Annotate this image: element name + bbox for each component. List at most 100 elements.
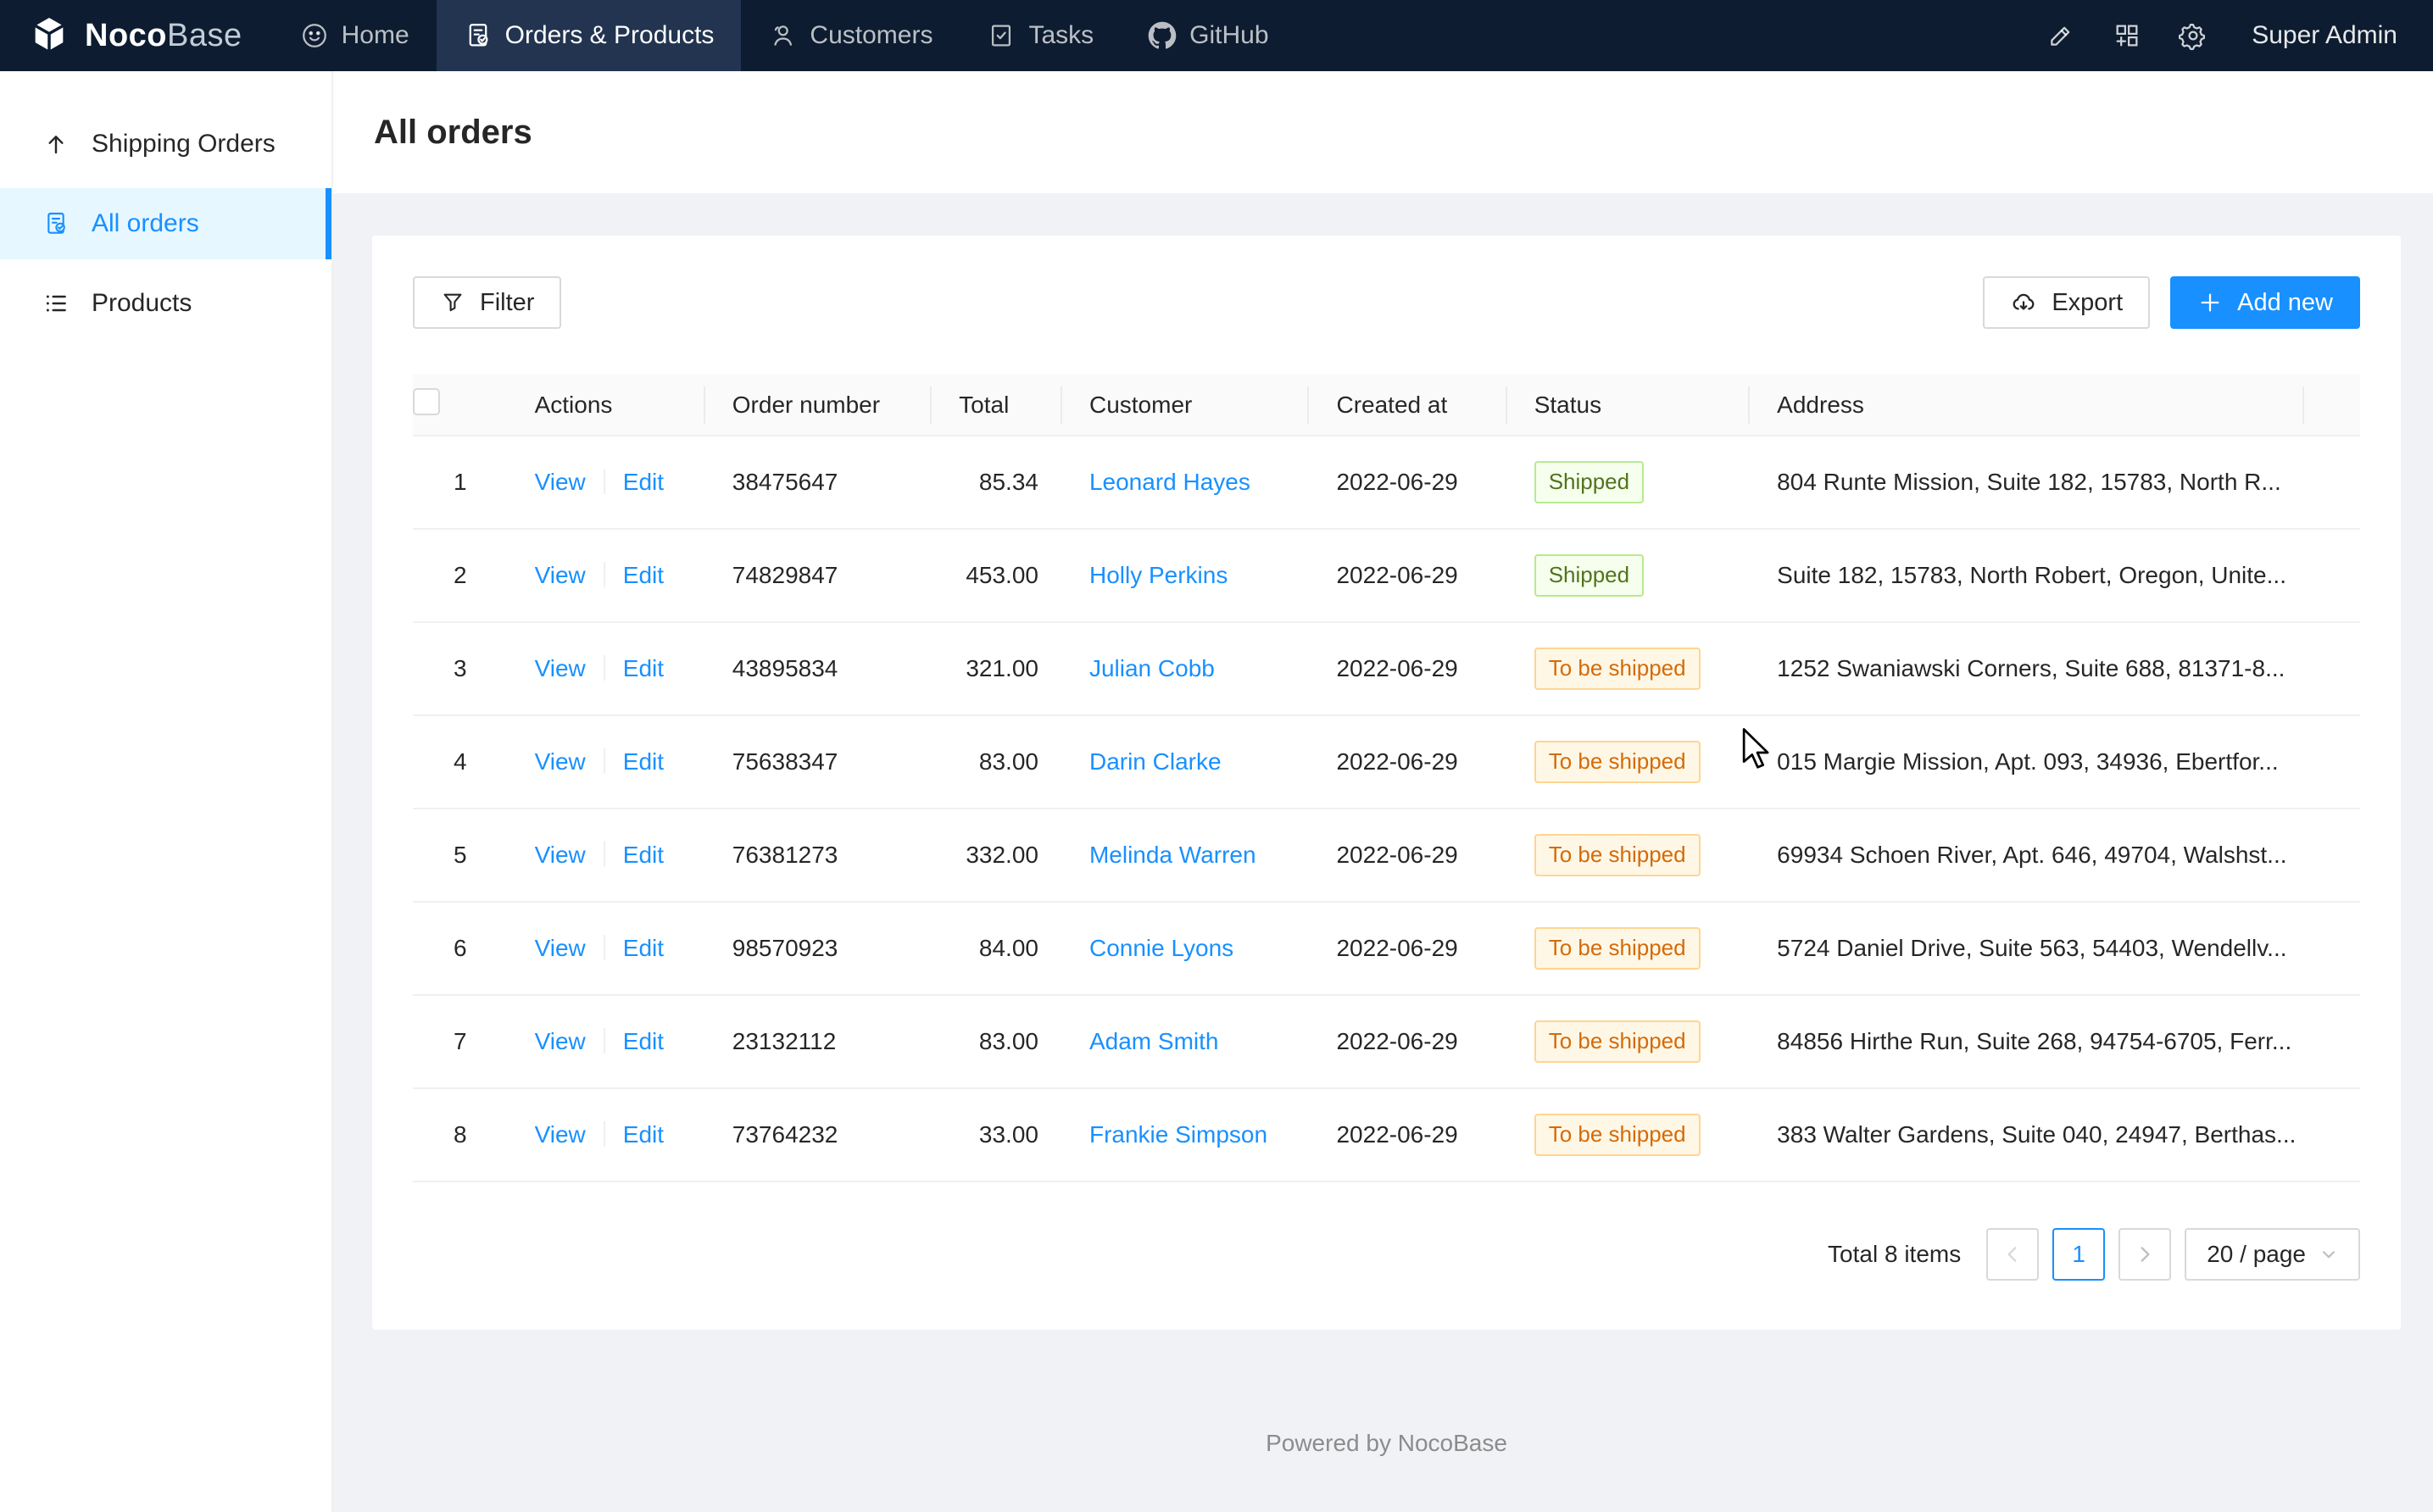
actions-cell: View Edit — [508, 809, 705, 902]
nav-item-home[interactable]: Home — [273, 0, 437, 71]
nav-item-github[interactable]: GitHub — [1121, 0, 1295, 71]
user-menu[interactable]: Super Admin — [2226, 0, 2433, 71]
sidebar-item-label: Shipping Orders — [92, 130, 276, 158]
sidebar: Shipping Orders All orders Products — [0, 71, 333, 1512]
customer-link[interactable]: Melinda Warren — [1089, 842, 1256, 868]
column-header-customer: Customer — [1062, 375, 1310, 436]
table-row: 6 ViewEdit 98570923 84.00 Connie Lyons 2… — [413, 902, 2360, 995]
table-row: 5 ViewEdit 76381273 332.00 Melinda Warre… — [413, 809, 2360, 902]
nocobase-logo[interactable]: NocoBase — [0, 0, 273, 71]
table-row: 7 ViewEdit 23132112 83.00 Adam Smith 202… — [413, 995, 2360, 1088]
total-cell: 83.00 — [932, 715, 1062, 809]
footer: Powered by NocoBase — [372, 1430, 2401, 1479]
filter-button-label: Filter — [480, 289, 534, 317]
created-at-cell: 2022-06-29 — [1309, 622, 1506, 715]
view-link[interactable]: View — [535, 842, 586, 868]
customer-link[interactable]: Julian Cobb — [1089, 655, 1215, 681]
address-cell: Suite 182, 15783, North Robert, Oregon, … — [1750, 529, 2303, 622]
customer-link[interactable]: Connie Lyons — [1089, 935, 1233, 961]
divider — [604, 842, 605, 867]
divider — [604, 935, 605, 960]
order-number-cell: 23132112 — [705, 995, 932, 1088]
actions-cell: View Edit — [508, 436, 705, 529]
add-new-button[interactable]: Add new — [2170, 276, 2360, 329]
nav-item-tasks[interactable]: Tasks — [960, 0, 1121, 71]
pagination-next-button[interactable] — [2118, 1228, 2171, 1281]
created-at-cell: 2022-06-29 — [1309, 902, 1506, 995]
status-cell: To be shipped — [1507, 1088, 1750, 1181]
customer-link[interactable]: Holly Perkins — [1089, 562, 1228, 588]
edit-link[interactable]: Edit — [623, 1028, 664, 1054]
table-row: 3 View Edit 43895834 321.00 Julian Cobb 2… — [413, 622, 2360, 715]
address-cell: 1252 Swaniawski Corners, Suite 688, 8137… — [1750, 622, 2303, 715]
view-link[interactable]: View — [535, 935, 586, 961]
view-link[interactable]: View — [535, 469, 586, 495]
column-header-order-number: Order number — [705, 375, 932, 436]
divider — [604, 655, 605, 681]
nav-item-label: Customers — [810, 21, 933, 50]
actions-cell: View Edit — [508, 995, 705, 1088]
view-link[interactable]: View — [535, 1028, 586, 1054]
select-all-checkbox[interactable] — [413, 388, 440, 415]
created-at-cell: 2022-06-29 — [1309, 529, 1506, 622]
table-row: 8 ViewEdit 73764232 33.00 Frankie Simpso… — [413, 1088, 2360, 1181]
ui-editor-icon[interactable] — [2028, 0, 2094, 71]
sidebar-item-all-orders[interactable]: All orders — [0, 188, 331, 259]
spacer-cell — [2304, 1088, 2360, 1181]
nav-right: Super Admin — [2028, 0, 2433, 71]
customer-cell: Melinda Warren — [1062, 809, 1310, 902]
view-link[interactable]: View — [535, 655, 586, 681]
address-cell: 383 Walter Gardens, Suite 040, 24947, Be… — [1750, 1088, 2303, 1181]
total-cell: 321.00 — [932, 622, 1062, 715]
customer-link[interactable]: Leonard Hayes — [1089, 469, 1250, 495]
row-index: 6 — [413, 902, 508, 995]
pagination-prev-button[interactable] — [1986, 1228, 2039, 1281]
edit-link[interactable]: Edit — [623, 655, 664, 681]
edit-link[interactable]: Edit — [623, 562, 664, 588]
row-index: 3 — [413, 622, 508, 715]
powered-by-link[interactable]: Powered by NocoBase — [1266, 1430, 1507, 1456]
edit-link[interactable]: Edit — [623, 842, 664, 868]
view-link[interactable]: View — [535, 748, 586, 775]
customer-link[interactable]: Frankie Simpson — [1089, 1121, 1267, 1148]
status-badge: Shipped — [1534, 461, 1644, 503]
divider — [604, 469, 605, 494]
view-link[interactable]: View — [535, 562, 586, 588]
top-nav: NocoBase Home Orders & Products Customer… — [0, 0, 2433, 71]
table-header-row: Actions Order number Total Customer Crea… — [413, 375, 2360, 436]
settings-icon[interactable] — [2160, 0, 2226, 71]
filter-funnel-icon — [440, 290, 465, 315]
export-button[interactable]: Export — [1983, 276, 2150, 329]
address-cell: 84856 Hirthe Run, Suite 268, 94754-6705,… — [1750, 995, 2303, 1088]
pagination-page-1[interactable]: 1 — [2052, 1228, 2105, 1281]
order-number-cell: 43895834 — [705, 622, 932, 715]
created-at-cell: 2022-06-29 — [1309, 1088, 1506, 1181]
status-cell: To be shipped — [1507, 622, 1750, 715]
smiley-icon — [300, 21, 329, 50]
spacer-cell — [2304, 622, 2360, 715]
total-cell: 33.00 — [932, 1088, 1062, 1181]
content-area: Filter Export Add — [333, 193, 2433, 1512]
filter-button[interactable]: Filter — [413, 276, 561, 329]
table-row: 2 ViewEdit 74829847 453.00 Holly Perkins… — [413, 529, 2360, 622]
status-badge: To be shipped — [1534, 1020, 1701, 1062]
nav-item-customers[interactable]: Customers — [741, 0, 960, 71]
customer-link[interactable]: Adam Smith — [1089, 1028, 1219, 1054]
sidebar-item-shipping-orders[interactable]: Shipping Orders — [0, 108, 331, 180]
divider — [604, 1121, 605, 1147]
order-number-cell: 73764232 — [705, 1088, 932, 1181]
nav-item-orders-products[interactable]: Orders & Products — [437, 0, 742, 71]
edit-link[interactable]: Edit — [623, 935, 664, 961]
sidebar-item-products[interactable]: Products — [0, 268, 331, 339]
page-size-select[interactable]: 20 / page — [2185, 1228, 2360, 1281]
created-at-cell: 2022-06-29 — [1309, 436, 1506, 529]
edit-link[interactable]: Edit — [623, 748, 664, 775]
edit-link[interactable]: Edit — [623, 1121, 664, 1148]
sidebar-item-label: Products — [92, 289, 192, 318]
column-header-spacer — [2304, 375, 2360, 436]
customer-link[interactable]: Darin Clarke — [1089, 748, 1222, 775]
plugin-manager-icon[interactable] — [2094, 0, 2160, 71]
view-link[interactable]: View — [535, 1121, 586, 1148]
edit-link[interactable]: Edit — [623, 469, 664, 495]
row-index: 5 — [413, 809, 508, 902]
